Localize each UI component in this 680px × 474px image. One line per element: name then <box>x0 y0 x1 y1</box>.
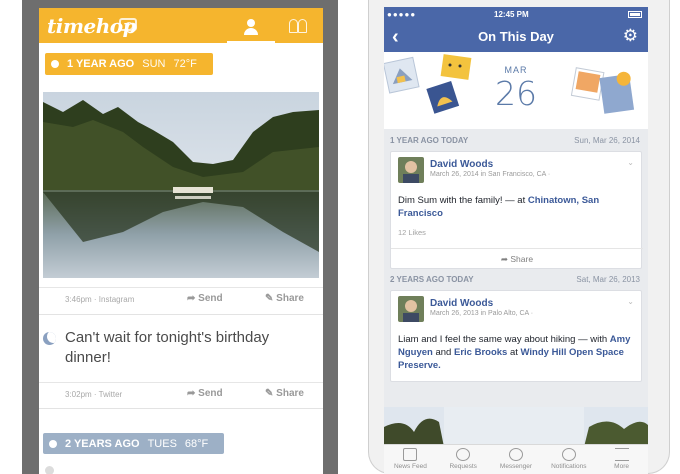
share-button[interactable]: ✎ Share <box>265 388 304 399</box>
nav-bar: ‹ On This Day ⚙ <box>384 22 648 52</box>
divider <box>39 314 323 315</box>
author-name[interactable]: David Woods <box>430 159 493 170</box>
post2-meta: 3:02pm · Twitter <box>65 390 123 399</box>
moon-icon <box>43 332 56 345</box>
tab-label: Requests <box>449 463 477 470</box>
date-day: TUES <box>147 437 177 450</box>
avatar[interactable] <box>398 296 424 322</box>
tab-notifications[interactable]: Notifications <box>542 445 595 474</box>
section-date: Sat, Mar 26, 2013 <box>576 275 640 284</box>
dot-icon <box>51 60 59 68</box>
friends-icon <box>456 448 471 461</box>
post1-meta: 3:46pm · Instagram <box>65 295 135 304</box>
avatar[interactable] <box>398 157 424 183</box>
chevron-down-icon[interactable]: ⌄ <box>627 297 634 306</box>
dot-icon <box>49 439 57 448</box>
section-2-years: 2 YEARS AGO TODAY Sat, Mar 26, 2013 <box>384 270 648 288</box>
send-button[interactable]: ➦ Send <box>187 388 223 399</box>
send-label: Send <box>198 388 223 399</box>
tab-profile[interactable] <box>227 12 275 43</box>
post-card-1: David Woods March 26, 2014 in San Franci… <box>390 151 643 269</box>
page-title: On This Day <box>478 29 554 44</box>
tab-label: Messenger <box>499 463 533 470</box>
tab-requests[interactable]: Requests <box>437 445 490 474</box>
tab-label: Notifications <box>551 463 587 470</box>
share-icon: ➦ <box>500 254 511 264</box>
section-label: 1 YEAR AGO TODAY <box>390 136 469 145</box>
post-subtitle: March 26, 2013 in Palo Alto, CA · <box>430 310 534 317</box>
tab-label: News Feed <box>393 463 427 470</box>
send-label: Send <box>198 293 223 304</box>
tab-news-feed[interactable]: News Feed <box>384 445 437 474</box>
date-temp: 72°F <box>173 58 197 70</box>
likes-count[interactable]: 12 Likes <box>398 228 426 237</box>
divider <box>39 408 323 409</box>
screenshot-stage: timehop 1 YEAR AGO SUN 72°F 3:46pm · Ins… <box>0 0 680 474</box>
tagged-friend-link[interactable]: Eric Brooks <box>454 347 507 358</box>
date-ago: 1 YEAR AGO <box>67 58 135 70</box>
lake-photo[interactable] <box>43 92 319 278</box>
post2-text: Can't wait for tonight's birthday dinner… <box>65 329 270 366</box>
status-bar: ●●●●● 12:45 PM <box>384 7 648 22</box>
date-banner-2-years: 2 YEARS AGO TUES 68°F <box>43 433 224 454</box>
dot-icon <box>45 466 54 474</box>
section-1-year: 1 YEAR AGO TODAY Sun, Mar 26, 2014 <box>384 131 648 149</box>
share-button[interactable]: ➦ Share <box>391 248 643 268</box>
post-body: Dim Sum with the family! — at Chinatown,… <box>398 194 634 220</box>
section-label: 2 YEARS AGO TODAY <box>390 275 474 284</box>
timehop-screen: timehop 1 YEAR AGO SUN 72°F 3:46pm · Ins… <box>39 8 323 474</box>
share-label: Share <box>276 388 304 399</box>
menu-icon <box>614 448 629 461</box>
post-text: at <box>507 347 521 358</box>
post-photo[interactable] <box>384 407 648 447</box>
tab-label: More <box>614 463 629 470</box>
timehop-header: timehop <box>39 8 323 43</box>
post-text: Dim Sum with the family! — at <box>398 195 528 206</box>
share-label: Share <box>276 293 304 304</box>
date-temp: 68°F <box>184 437 209 450</box>
person-icon <box>244 18 258 35</box>
hero-day: 26 <box>495 74 537 113</box>
camera-icon[interactable] <box>119 18 137 31</box>
news-feed-icon <box>403 448 418 461</box>
post-text: and <box>432 347 454 358</box>
post-subtitle: March 26, 2014 in San Francisco, CA · <box>430 171 551 178</box>
date-banner-1-year: 1 YEAR AGO SUN 72°F <box>45 53 213 75</box>
date-ago: 2 YEARS AGO <box>65 437 140 450</box>
post1-actions: 3:46pm · Instagram ➦ Send ✎ Share <box>39 287 323 309</box>
share-button[interactable]: ✎ Share <box>265 293 304 304</box>
chevron-down-icon[interactable]: ⌄ <box>627 158 634 167</box>
messenger-icon <box>508 448 523 461</box>
gear-icon[interactable]: ⚙ <box>623 26 638 46</box>
tab-bar: News Feed Requests Messenger Notificatio… <box>384 444 648 474</box>
post2-actions: 3:02pm · Twitter ➦ Send ✎ Share <box>39 382 323 404</box>
section-date: Sun, Mar 26, 2014 <box>574 136 640 145</box>
send-button[interactable]: ➦ Send <box>187 293 223 304</box>
globe-icon <box>561 448 576 461</box>
status-time: 12:45 PM <box>494 10 529 19</box>
tab-messenger[interactable]: Messenger <box>490 445 543 474</box>
on-this-day-hero: MAR 26 <box>384 52 648 129</box>
post-card-2: David Woods March 26, 2013 in Palo Alto,… <box>390 290 642 382</box>
facebook-screen: ●●●●● 12:45 PM ‹ On This Day ⚙ MAR 26 1 … <box>384 7 648 474</box>
share-label: Share <box>510 254 534 264</box>
post-text: Liam and I feel the same way about hikin… <box>398 334 610 345</box>
author-name[interactable]: David Woods <box>430 298 493 309</box>
date-day: SUN <box>142 58 166 70</box>
tab-more[interactable]: More <box>595 445 648 474</box>
group-icon[interactable] <box>289 18 311 34</box>
post-body: Liam and I feel the same way about hikin… <box>398 333 634 372</box>
signal-icon: ●●●●● <box>387 10 417 19</box>
battery-icon <box>628 11 642 18</box>
